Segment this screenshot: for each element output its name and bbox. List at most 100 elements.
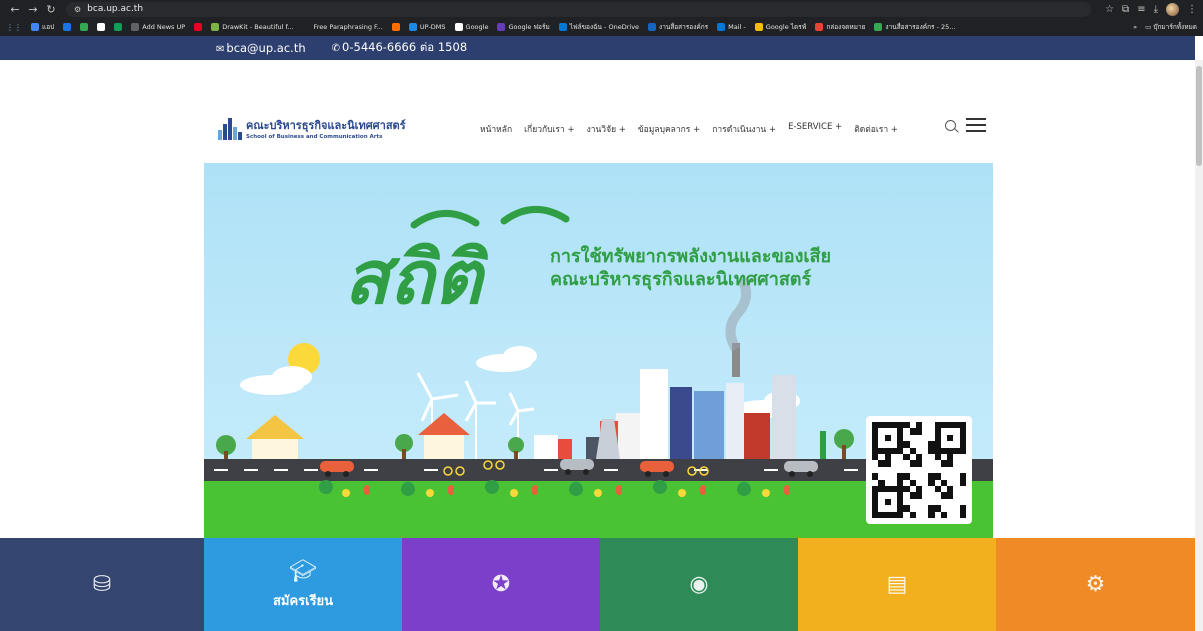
bookmarks-bar: ⋮⋮ แอป Add News UP DrawKit - Beautiful f..… (0, 18, 1203, 36)
browser-chrome: ← → ↻ ⚙ bca.up.ac.th ☆ ⧉ ≡ ⤓ ⋮ ⋮⋮ แอป Add… (0, 0, 1203, 36)
scrollbar-thumb[interactable] (1196, 66, 1202, 166)
bookmark-favicon-icon (558, 23, 567, 31)
bookmark-favicon-icon (114, 23, 123, 31)
bookmark-favicon-icon (408, 23, 417, 31)
hero-line-2: คณะบริหารธุรกิจและนิเทศศาสตร์ (550, 269, 812, 291)
forward-icon[interactable]: → (24, 0, 42, 18)
site-header: คณะบริหารธุรกิจและนิเทศศาสตร์ School of … (0, 60, 1195, 163)
address-bar[interactable]: ⚙ bca.up.ac.th (66, 1, 1092, 17)
quicklink-tile[interactable]: ⛁ (0, 538, 204, 631)
hero-line-1: การใช้ทรัพยากรพลังงานและของเสีย (550, 246, 832, 267)
nav-item[interactable]: ติดต่อเรา + (854, 122, 898, 136)
bookmarks-overflow: » ▭ บุ๊กมาร์กทั้งหมด (1133, 22, 1197, 32)
bookmark-item[interactable] (114, 23, 123, 31)
bookmark-favicon-icon (97, 23, 106, 31)
bookmark-item[interactable]: Google (454, 23, 488, 31)
qr-code[interactable] (866, 416, 972, 524)
quicklink-tile[interactable]: ⚙ (996, 538, 1195, 631)
back-icon[interactable]: ← (6, 0, 24, 18)
bookmark-favicon-icon (131, 23, 140, 31)
profile-avatar[interactable] (1166, 2, 1179, 16)
bookmark-favicon-icon (754, 23, 763, 31)
bookmark-item[interactable]: งานสื่อสารองค์กร (648, 22, 708, 32)
bookmark-favicon-icon (497, 23, 506, 31)
bookmark-item[interactable] (63, 23, 72, 31)
nav-item[interactable]: การดำเนินงาน + (712, 122, 776, 136)
award-icon: ✪ (491, 572, 511, 597)
address-url: bca.up.ac.th (87, 4, 144, 14)
bookmark-item[interactable]: กล่องจดหมาย (815, 22, 865, 32)
download-icon[interactable]: ⤓ (1154, 4, 1158, 15)
nav-item[interactable]: งานวิจัย + (587, 122, 626, 136)
quicklink-tile[interactable]: ✪ (402, 538, 600, 631)
media-icon[interactable]: ≡ (1137, 4, 1145, 15)
bookmark-item[interactable]: ไฟล์ของฉัน - OneDrive (558, 22, 639, 32)
bookmark-item[interactable]: DrawKit - Beautiful f... (211, 23, 293, 31)
bookmark-item[interactable]: แอป (31, 22, 54, 32)
bookmark-item[interactable]: Free Paraphrasing F... (302, 23, 383, 31)
bookmark-item[interactable]: งานสื่อสารองค์กร - 25... (874, 22, 955, 32)
bookmark-item[interactable] (80, 23, 89, 31)
bookmark-item[interactable]: Google ไดรฟ์ (754, 22, 806, 32)
quicklink-tile[interactable]: ▤ (798, 538, 996, 631)
graduation-cap-icon: 🎓︎ (289, 558, 317, 584)
city-buildings (586, 276, 796, 459)
quicklink-tile[interactable]: ◉ (600, 538, 798, 631)
bookmark-favicon-icon (391, 23, 400, 31)
nav-item[interactable]: เกี่ยวกับเรา + (524, 122, 574, 136)
nav-item[interactable]: หน้าหลัก (480, 122, 512, 136)
menu-kebab-icon[interactable]: ⋮ (1187, 4, 1197, 15)
headline-art: สถิติ (344, 206, 570, 321)
contact-bar: ✉ bca@up.ac.th ✆ 0-5446-6666 ต่อ 1508 (0, 36, 1195, 60)
qr-code-pattern (872, 422, 966, 518)
hero-headline: การใช้ทรัพยากรพลังงานและของเสีย คณะบริหา… (550, 245, 831, 292)
bookmark-favicon-icon (815, 23, 824, 31)
hamburger-menu-icon[interactable] (966, 118, 986, 132)
bookmark-favicon-icon (63, 23, 72, 31)
research-icon: ⚙ (1085, 572, 1106, 597)
main-nav: หน้าหลัก เกี่ยวกับเรา + งานวิจัย + ข้อมูลบุ… (480, 122, 898, 136)
people-board-icon: ⛁ (92, 572, 112, 597)
quicklink-tiles: ⛁ 🎓︎ สมัครเรียน ✪ ◉ ▤ ⚙ (0, 538, 1195, 631)
bookmark-favicon-icon (211, 23, 220, 31)
bookmark-item[interactable]: Google ฟอร์ม (497, 22, 550, 32)
header-icons (945, 118, 986, 132)
bookmark-item[interactable]: Add News UP (131, 23, 185, 31)
extensions-icon[interactable]: ⧉ (1122, 4, 1129, 15)
browser-actions: ☆ ⧉ ≡ ⤓ ⋮ (1105, 2, 1197, 16)
certificate-icon: ▤ (886, 572, 908, 597)
bookmark-item[interactable]: UP-DMS (408, 23, 446, 31)
bookmark-favicon-icon (80, 23, 89, 31)
bookmark-item[interactable]: Mail - (717, 23, 746, 31)
contact-email[interactable]: ✉ bca@up.ac.th (216, 41, 306, 55)
bookmark-star-icon[interactable]: ☆ (1105, 4, 1114, 15)
bookmark-item[interactable] (391, 23, 400, 31)
nav-item[interactable]: ข้อมูลบุคลากร + (638, 122, 700, 136)
bookmark-favicon-icon (874, 23, 883, 31)
all-bookmarks-button[interactable]: ▭ บุ๊กมาร์กทั้งหมด (1145, 22, 1197, 32)
360-view-icon: ◉ (689, 572, 709, 597)
bookmark-item[interactable] (97, 23, 106, 31)
hero-banner[interactable]: สถิติ การใช้ทรัพยากรพลังงานและของเสีย คณ… (204, 163, 993, 538)
reload-icon[interactable]: ↻ (42, 0, 60, 18)
nav-item[interactable]: E-SERVICE + (788, 122, 842, 136)
apps-grid-icon[interactable]: ⋮⋮ (6, 23, 22, 32)
bookmark-favicon-icon (31, 23, 39, 31)
site-info-icon[interactable]: ⚙ (74, 5, 81, 14)
contact-phone[interactable]: ✆ 0-5446-6666 ต่อ 1508 (332, 39, 468, 57)
logo-mark-icon (216, 116, 242, 140)
quicklink-tile[interactable]: 🎓︎ สมัครเรียน (204, 538, 402, 631)
search-icon[interactable] (945, 119, 956, 131)
bookmark-favicon-icon (717, 23, 726, 31)
bookmark-favicon-icon (194, 23, 203, 31)
logo-title-en: School of Business and Communication Art… (246, 134, 383, 140)
page-scrollbar[interactable] (1195, 60, 1203, 631)
bookmark-favicon-icon (454, 23, 463, 31)
site-logo[interactable]: คณะบริหารธุรกิจและนิเทศศาสตร์ School of … (216, 116, 406, 140)
bookmark-item[interactable] (194, 23, 203, 31)
address-row: ← → ↻ ⚙ bca.up.ac.th ☆ ⧉ ≡ ⤓ ⋮ (0, 0, 1203, 18)
more-bookmarks-button[interactable]: » (1133, 23, 1137, 31)
logo-title-th: คณะบริหารธุรกิจและนิเทศศาสตร์ (246, 119, 406, 132)
mail-icon: ✉ (216, 44, 225, 55)
svg-text:สถิติ: สถิติ (344, 235, 489, 321)
